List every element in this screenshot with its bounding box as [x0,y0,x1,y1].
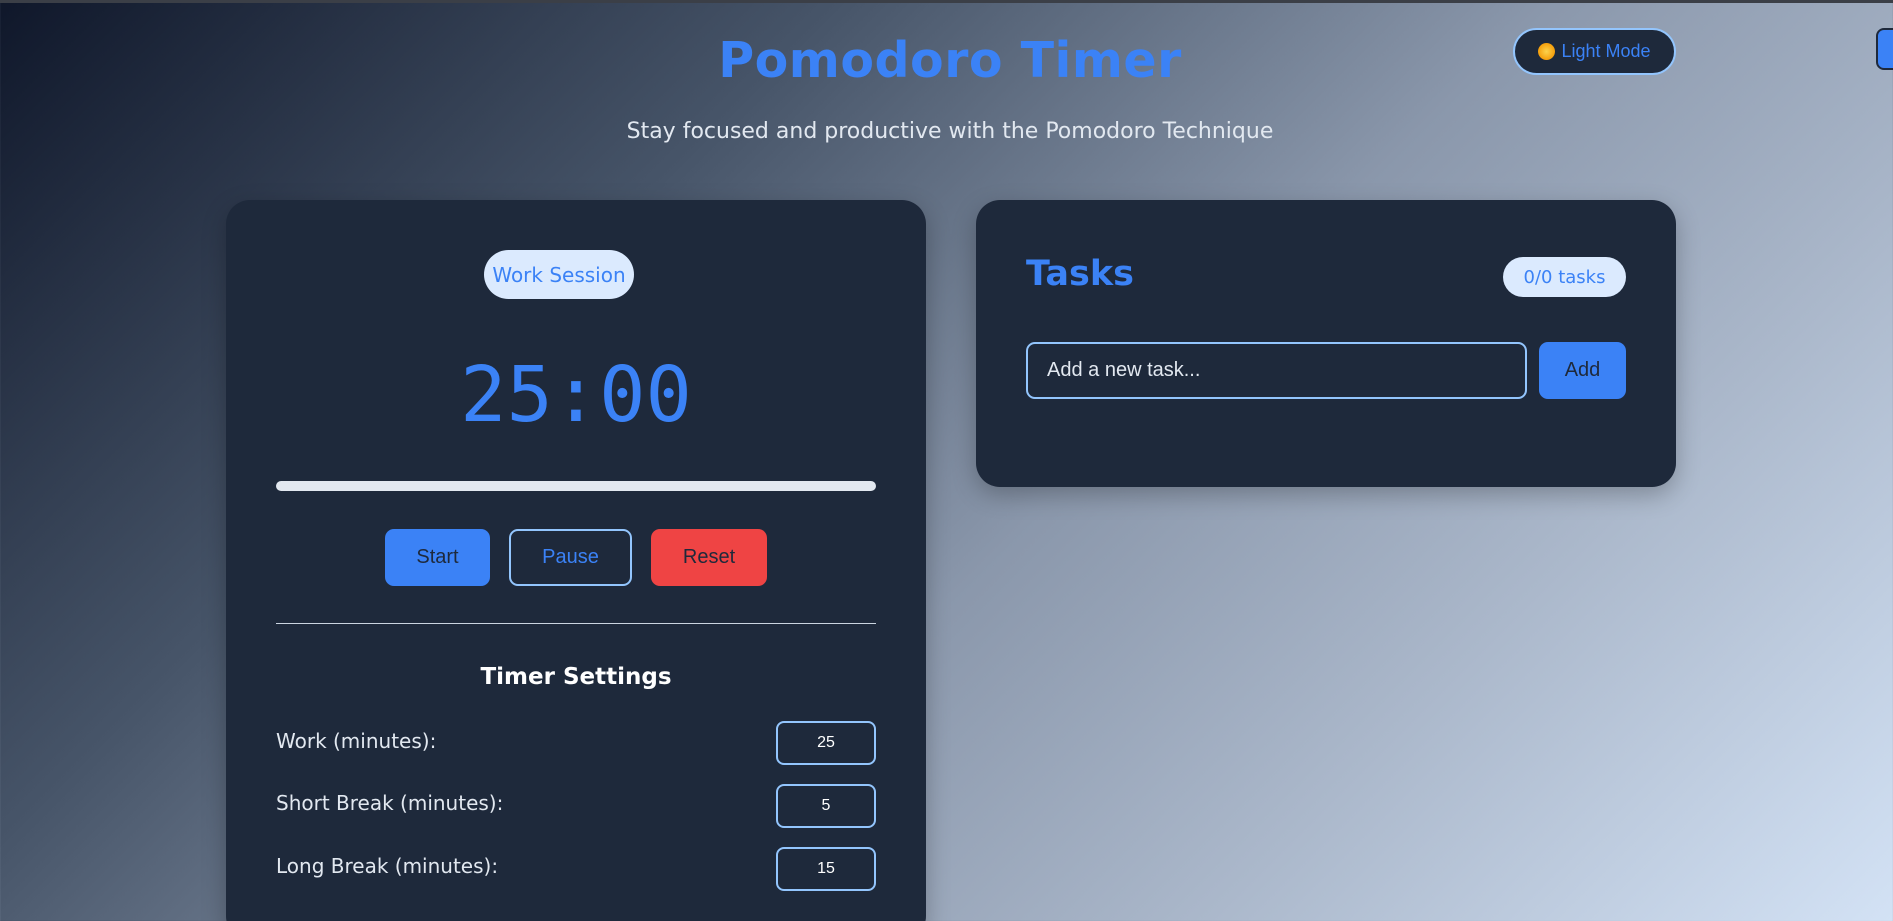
tasks-title: Tasks [1026,254,1134,294]
timer-display: 25:00 [460,351,692,440]
sun-icon [1538,43,1556,60]
timer-card: Work Session 25:00 Start Pause Reset Tim… [226,200,926,921]
add-task-button[interactable]: Add [1539,342,1626,399]
pause-button[interactable]: Pause [509,529,632,586]
theme-toggle-button[interactable]: Light Mode [1513,28,1676,75]
theme-toggle-label: Light Mode [1561,41,1651,61]
long-break-label: Long Break (minutes): [276,854,499,878]
settings-title: Timer Settings [480,664,672,690]
session-type-badge: Work Session [484,250,634,299]
short-break-input[interactable] [776,784,876,828]
tasks-card: Tasks 0/0 tasks Add [976,200,1676,487]
task-count-badge: 0/0 tasks [1503,257,1626,297]
work-minutes-input[interactable] [776,721,876,765]
divider [276,623,876,624]
start-button[interactable]: Start [385,529,490,586]
window-top-edge [0,0,1893,3]
long-break-input[interactable] [776,847,876,891]
new-task-input[interactable] [1026,342,1527,399]
progress-bar [276,481,876,491]
reset-button[interactable]: Reset [651,529,767,586]
page-subtitle: Stay focused and productive with the Pom… [626,119,1274,144]
work-minutes-label: Work (minutes): [276,729,437,753]
short-break-label: Short Break (minutes): [276,791,504,815]
